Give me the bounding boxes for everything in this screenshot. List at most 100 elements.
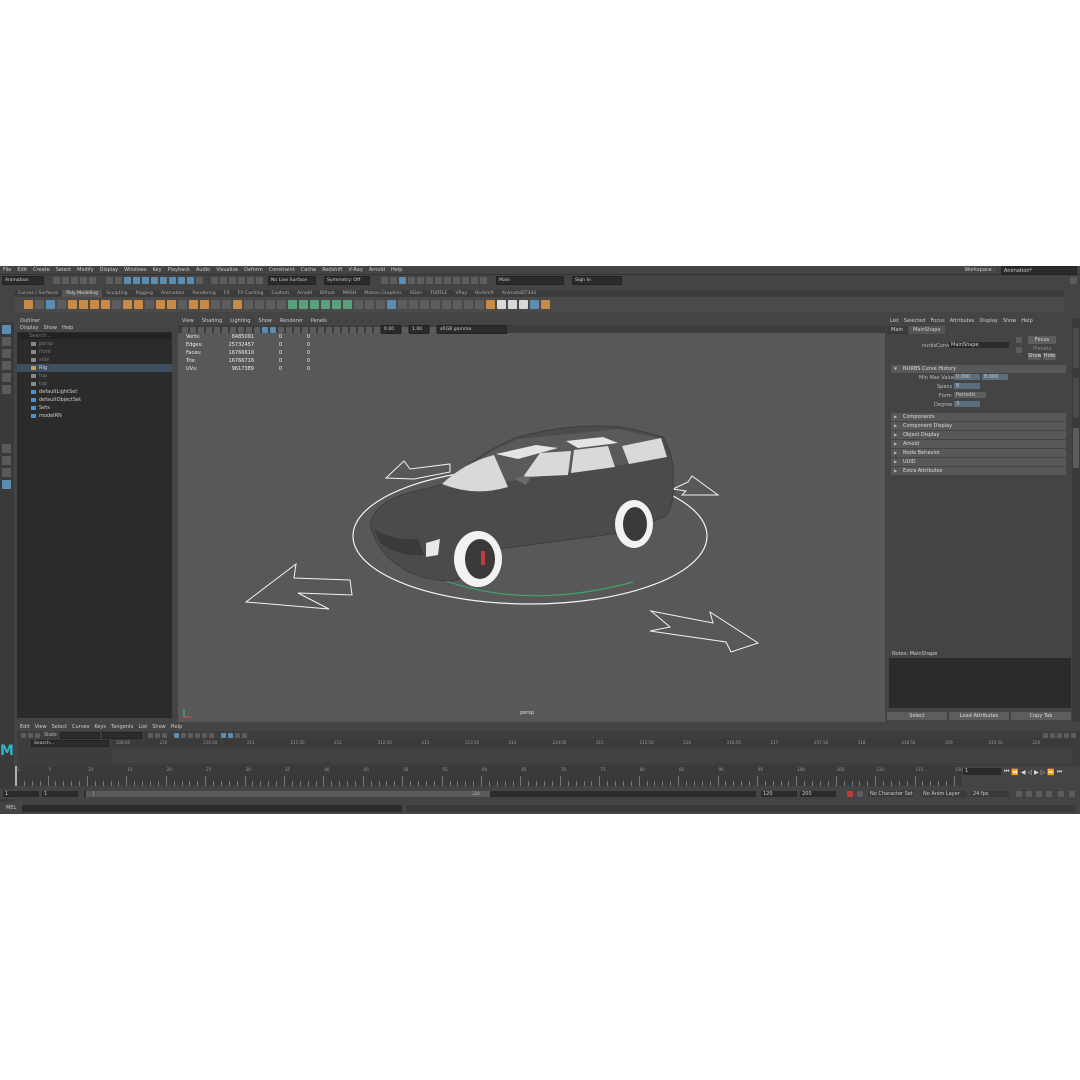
vp-menu-view[interactable]: View: [182, 318, 194, 325]
playback-options-icon[interactable]: [1069, 791, 1075, 797]
redshift-render-icon[interactable]: [444, 276, 451, 284]
current-frame-marker[interactable]: [15, 766, 17, 786]
snap-live-icon[interactable]: [247, 276, 254, 284]
render-settings-icon[interactable]: [408, 276, 415, 284]
shelf-tab-fx[interactable]: FX: [220, 290, 234, 297]
shelf-tab-redshift[interactable]: Redshift: [471, 290, 498, 297]
step-tangent-icon[interactable]: [201, 732, 207, 738]
play-back-icon[interactable]: ◁: [1028, 769, 1033, 776]
multi-cut-icon[interactable]: [255, 300, 264, 309]
type-tool-icon[interactable]: [46, 300, 55, 309]
graph-menu-curves[interactable]: Curves: [72, 724, 89, 731]
magnet-icon[interactable]: [256, 276, 263, 284]
delete-history-icon[interactable]: [453, 300, 462, 309]
pose-icon[interactable]: [1036, 791, 1042, 797]
menu-redshift[interactable]: Redshift: [322, 266, 342, 274]
lock-selection-icon[interactable]: [196, 276, 203, 284]
select-button[interactable]: Select: [887, 712, 947, 720]
tab-attribute-editor[interactable]: [1073, 428, 1079, 468]
poly-cube-icon[interactable]: [68, 300, 77, 309]
shelf-tab-sculpting[interactable]: Sculpting: [102, 290, 131, 297]
menu-arnold[interactable]: Arnold: [369, 266, 385, 274]
backface-icon[interactable]: [366, 326, 372, 333]
mask-rendering-icon[interactable]: [187, 276, 194, 284]
min-value-field[interactable]: 0.000: [954, 374, 980, 380]
auto-map-icon[interactable]: [332, 300, 341, 309]
stats-field-2[interactable]: [101, 731, 142, 739]
viewport-toggle-icon[interactable]: [471, 276, 478, 284]
text-tool-icon[interactable]: [24, 300, 33, 309]
menu-select[interactable]: Select: [56, 266, 71, 274]
settings-gear-icon[interactable]: [1070, 276, 1077, 284]
show-button[interactable]: Show: [1028, 353, 1042, 360]
scale-tool-icon[interactable]: [2, 385, 11, 394]
render-view-icon[interactable]: [426, 276, 433, 284]
range-slider-handle[interactable]: [86, 791, 490, 797]
time-slider[interactable]: 1 5 10 15 20 25 30 35 40 45 50 55 60 65 70 75 80 85 90 95 10…: [8, 766, 963, 786]
walk-icon[interactable]: [1058, 791, 1064, 797]
character-set-dropdown[interactable]: No Character Set: [868, 791, 914, 797]
linear-tangent-icon[interactable]: [187, 732, 193, 738]
graph-layout-icon-3[interactable]: [1057, 732, 1062, 738]
graph-layout-icon-4[interactable]: [1064, 732, 1069, 738]
sign-in-dropdown[interactable]: Sign In: [572, 275, 622, 285]
mask-deform-icon[interactable]: [169, 276, 176, 284]
input-connection-icon[interactable]: [1016, 337, 1022, 343]
select-object-icon[interactable]: [115, 276, 122, 284]
step-forward-key-icon[interactable]: ⏩: [1047, 769, 1054, 776]
shelf-tab-rendering[interactable]: Rendering: [188, 290, 219, 297]
tab-channel-box[interactable]: [1073, 328, 1079, 368]
step-back-key-icon[interactable]: ⏪: [1011, 769, 1018, 776]
film-gate-icon[interactable]: [222, 326, 228, 333]
vp-menu-shading[interactable]: Shading: [202, 318, 222, 325]
playback-end-field[interactable]: 120: [761, 791, 797, 797]
degree-field[interactable]: 3: [954, 401, 980, 407]
frame-playback-icon[interactable]: [154, 732, 160, 738]
bridge-icon[interactable]: [211, 300, 220, 309]
outliner-item[interactable]: front: [17, 348, 172, 356]
shelf-tab-fx-caching[interactable]: FX Caching: [234, 290, 268, 297]
section-component-display[interactable]: Component Display: [891, 422, 1066, 430]
outliner-item[interactable]: defaultLightSet: [17, 388, 172, 396]
safe-action-icon[interactable]: [254, 326, 260, 333]
copy-tab-button[interactable]: Copy Tab: [1011, 712, 1071, 720]
current-frame-field[interactable]: 1: [963, 768, 1001, 775]
menu-cache[interactable]: Cache: [301, 266, 317, 274]
redo-icon[interactable]: [89, 276, 96, 284]
go-to-start-icon[interactable]: ⏮: [1004, 768, 1009, 776]
shelf-tab-curves-surfaces[interactable]: Curves / Surfaces: [14, 290, 62, 297]
graph-menu-select[interactable]: Select: [52, 724, 67, 731]
select-hierarchy-icon[interactable]: [106, 276, 113, 284]
center-current-icon[interactable]: [161, 732, 167, 738]
menu-modify[interactable]: Modify: [77, 266, 94, 274]
skull-icon[interactable]: [508, 300, 517, 309]
viewport-panel[interactable]: View Shading Lighting Show Renderer Pane…: [178, 318, 885, 722]
flat-tangent-icon[interactable]: [194, 732, 200, 738]
plateau-tangent-icon[interactable]: [208, 732, 214, 738]
attr-tab-main[interactable]: Main: [887, 326, 907, 334]
exposure-icon[interactable]: [374, 326, 380, 333]
gate-mask-icon[interactable]: [238, 326, 244, 333]
frame-all-icon[interactable]: [147, 732, 153, 738]
loop-icon[interactable]: [1016, 791, 1022, 797]
symmetry-dropdown[interactable]: Symmetry: Off: [324, 275, 370, 285]
select-tool-icon[interactable]: [2, 325, 11, 334]
graph-menu-help[interactable]: Help: [171, 724, 182, 731]
combine-icon[interactable]: [123, 300, 132, 309]
poly-sphere-icon[interactable]: [57, 300, 66, 309]
vp-menu-renderer[interactable]: Renderer: [280, 318, 303, 325]
node-name-field[interactable]: MainShape: [949, 342, 1009, 348]
append-icon[interactable]: [233, 300, 242, 309]
outliner-item[interactable]: persp: [17, 340, 172, 348]
car-model[interactable]: [369, 425, 674, 587]
wireframe-icon[interactable]: [262, 326, 268, 333]
shadows-icon[interactable]: [302, 326, 308, 333]
menu-edit[interactable]: Edit: [17, 266, 27, 274]
ff-script-icon[interactable]: [409, 300, 418, 309]
field-chart-icon[interactable]: [246, 326, 252, 333]
break-tangent-icon[interactable]: [220, 732, 226, 738]
grid-icon[interactable]: [214, 326, 220, 333]
layout-toggle-icon[interactable]: [480, 276, 487, 284]
attr-menu-list[interactable]: List: [890, 318, 899, 325]
section-uuid[interactable]: UUID: [891, 458, 1066, 466]
